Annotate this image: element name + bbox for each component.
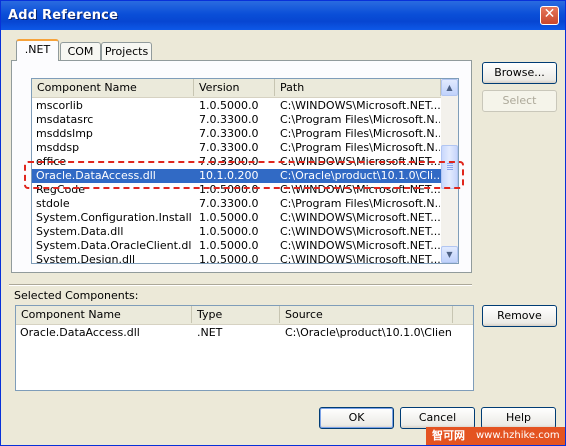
column-header-component-name[interactable]: Component Name: [16, 306, 192, 323]
add-reference-dialog: Add Reference ✕ .NET COM Projects Compon…: [0, 0, 566, 446]
selected-components-label: Selected Components:: [14, 289, 139, 302]
tab-com[interactable]: COM: [60, 42, 101, 62]
component-row[interactable]: msddslmp 7.0.3300.0 C:\Program Files\Micro…: [32, 127, 441, 141]
cell-version: 1.0.5000.0: [199, 225, 259, 238]
cell-path: C:\WINDOWS\Microsoft.NET...: [280, 99, 440, 112]
remove-button[interactable]: Remove: [482, 305, 557, 327]
component-row[interactable]: System.Data.dll 1.0.5000.0 C:\WINDOWS\Micr…: [32, 225, 441, 239]
selected-cell-source: C:\Oracle\product\10.1.0\Clien...: [285, 326, 453, 339]
cell-version: 1.0.5000.0: [199, 211, 259, 224]
components-header: Component Name Version Path: [32, 79, 458, 98]
scroll-up-icon: ▲: [446, 83, 453, 92]
browse-button[interactable]: Browse...: [482, 62, 557, 84]
cell-path: C:\WINDOWS\Microsoft.NET...: [280, 211, 440, 224]
select-button[interactable]: Select: [482, 90, 557, 112]
watermark-badge: 智可网 www.hzhike.com: [426, 427, 565, 445]
title-bar[interactable]: Add Reference ✕: [1, 1, 565, 30]
cell-version: 7.0.3300.0: [199, 197, 259, 210]
cell-component-name: System.Design.dll: [36, 253, 136, 264]
help-button[interactable]: Help: [481, 407, 556, 429]
selected-row[interactable]: Oracle.DataAccess.dll .NET C:\Oracle\pro…: [16, 326, 473, 340]
component-row[interactable]: msddsp 7.0.3300.0 C:\Program Files\Microso…: [32, 141, 441, 155]
cell-component-name: System.Data.OracleClient.dll: [36, 239, 192, 252]
cell-version: 7.0.3300.0: [199, 141, 259, 154]
cell-path: C:\Program Files\Microsoft.N...: [280, 113, 440, 126]
separator: [9, 284, 472, 286]
cell-component-name: System.Data.dll: [36, 225, 124, 238]
component-row[interactable]: System.Data.OracleClient.dll 1.0.5000.0 C:…: [32, 239, 441, 253]
column-header-version[interactable]: Version: [194, 79, 275, 96]
watermark-url: www.hzhike.com: [476, 430, 560, 441]
close-button[interactable]: ✕: [540, 6, 559, 25]
selected-cell-type: .NET: [197, 326, 223, 339]
cancel-button[interactable]: Cancel: [400, 407, 475, 429]
selected-cell-name: Oracle.DataAccess.dll: [20, 326, 140, 339]
tab-dotnet[interactable]: .NET: [16, 39, 59, 61]
cell-path: C:\Program Files\Microsoft.N...: [280, 127, 440, 140]
watermark-text: 智可网: [432, 429, 465, 442]
scroll-down-button[interactable]: ▼: [441, 246, 458, 263]
column-header-type[interactable]: Type: [192, 306, 280, 323]
highlight-annotation: [24, 161, 464, 189]
ok-button[interactable]: OK: [319, 407, 394, 429]
column-header-component-name[interactable]: Component Name: [32, 79, 194, 96]
cell-path: C:\WINDOWS\Microsoft.NET...: [280, 239, 440, 252]
cell-component-name: msddslmp: [36, 127, 93, 140]
cell-component-name: msdatasrc: [36, 113, 94, 126]
component-row[interactable]: msdatasrc 7.0.3300.0 C:\Program Files\Micr…: [32, 113, 441, 127]
cell-path: C:\WINDOWS\Microsoft.NET...: [280, 253, 440, 264]
scroll-down-icon: ▼: [446, 250, 453, 259]
cell-version: 1.0.5000.0: [199, 239, 259, 252]
component-row[interactable]: System.Configuration.Install.dll 1.0.5000…: [32, 211, 441, 225]
cell-version: 1.0.5000.0: [199, 253, 259, 264]
scroll-up-button[interactable]: ▲: [441, 79, 458, 96]
cell-component-name: stdole: [36, 197, 70, 210]
cell-path: C:\Program Files\Microsoft.N...: [280, 141, 440, 154]
cell-path: C:\WINDOWS\Microsoft.NET...: [280, 225, 440, 238]
column-header-source[interactable]: Source: [280, 306, 453, 323]
component-row[interactable]: System.Design.dll 1.0.5000.0 C:\WINDOWS\Mi…: [32, 253, 441, 264]
selected-header: Component Name Type Source: [16, 306, 473, 325]
cell-version: 1.0.5000.0: [199, 99, 259, 112]
cell-version: 7.0.3300.0: [199, 127, 259, 140]
dialog-title: Add Reference: [8, 8, 119, 23]
component-row[interactable]: stdole 7.0.3300.0 C:\Program Files\Microso…: [32, 197, 441, 211]
selected-components-list[interactable]: Component Name Type Source Oracle.DataAc…: [15, 305, 474, 391]
close-icon: ✕: [543, 6, 556, 22]
tab-projects[interactable]: Projects: [101, 42, 152, 62]
cell-component-name: mscorlib: [36, 99, 83, 112]
cell-version: 7.0.3300.0: [199, 113, 259, 126]
cell-component-name: msddsp: [36, 141, 80, 154]
cell-component-name: System.Configuration.Install.dll: [36, 211, 192, 224]
component-row[interactable]: mscorlib 1.0.5000.0 C:\WINDOWS\Microsoft.N…: [32, 99, 441, 113]
column-header-path[interactable]: Path: [275, 79, 441, 96]
cell-path: C:\Program Files\Microsoft.N...: [280, 197, 440, 210]
